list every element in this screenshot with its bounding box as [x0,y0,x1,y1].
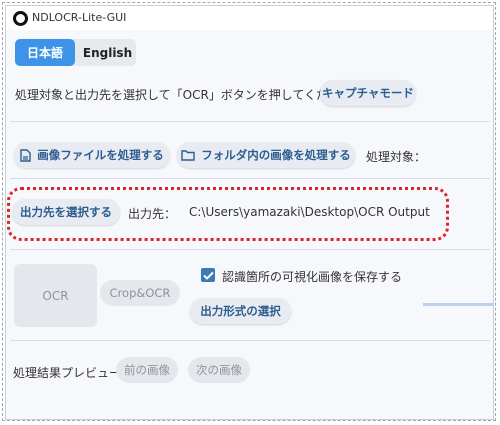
next-image-button[interactable]: 次の画像 [188,357,250,383]
ocr-button[interactable]: OCR [14,264,97,327]
preview-label: 処理結果プレビュー [13,366,122,380]
output-format-button[interactable]: 出力形式の選択 [190,298,291,324]
process-folder-button[interactable]: フォルダ内の画像を処理する [177,142,355,168]
crop-ocr-button[interactable]: Crop&OCR [100,280,180,306]
divider [10,340,490,341]
divider [10,121,490,122]
folder-icon [181,149,195,161]
app-window: NDLOCR-Lite-GUI 日本語 English 処理対象と出力先を選択し… [5,5,494,420]
language-japanese-button[interactable]: 日本語 [15,39,75,66]
highlight-annotation [7,187,449,241]
progress-line [423,303,493,306]
window-title: NDLOCR-Lite-GUI [32,11,127,24]
divider [10,178,490,179]
instruction-text: 処理対象と出力先を選択して「OCR」ボタンを押してください [15,88,353,102]
divider [10,249,490,250]
file-icon [20,148,31,162]
process-file-button[interactable]: 画像ファイルを処理する [14,142,170,168]
language-toggle: 日本語 English [15,39,136,66]
save-visualization-checkbox[interactable] [201,268,215,282]
previous-image-button[interactable]: 前の画像 [116,357,178,383]
check-icon [202,271,214,280]
capture-mode-button[interactable]: キャプチャモード [320,80,416,106]
title-bar: NDLOCR-Lite-GUI [6,6,493,30]
process-folder-label: フォルダ内の画像を処理する [201,148,351,162]
target-label: 処理対象： [366,150,427,164]
language-english-button[interactable]: English [79,39,136,66]
process-file-label: 画像ファイルを処理する [37,148,164,162]
app-logo-icon [13,11,28,26]
save-visualization-label: 認識箇所の可視化画像を保存する [222,270,403,284]
